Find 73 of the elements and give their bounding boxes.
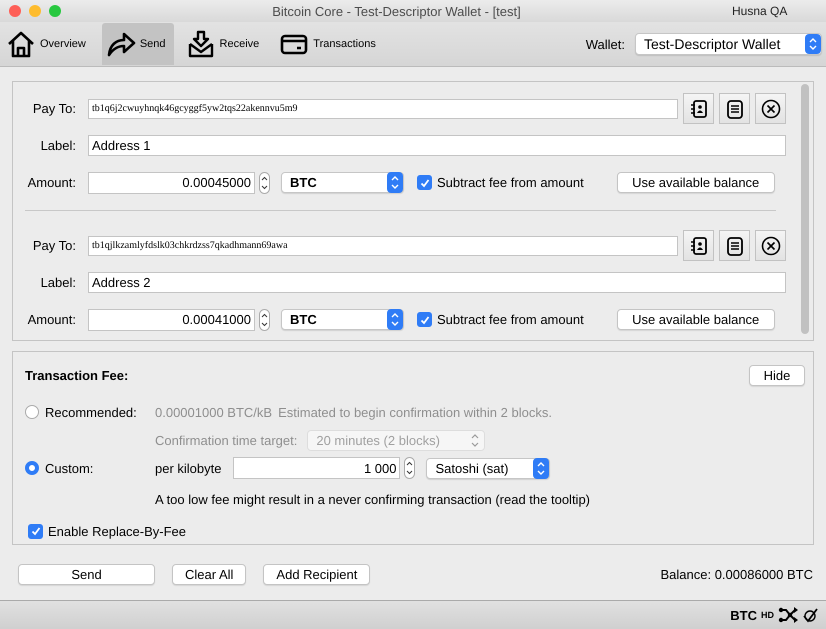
amount-field[interactable]: 0.00041000 <box>88 308 255 330</box>
radio-label: Custom: <box>45 460 94 476</box>
clipboard-button[interactable] <box>719 230 750 261</box>
field-label: Label: <box>40 275 76 290</box>
warning-text: A too low fee might result in a never confirming transaction (read the tooltip) <box>155 492 590 506</box>
window-title: Bitcoin Core - Test-Descriptor Wallet - [test] <box>271 4 522 18</box>
toolbar-tab[interactable]: Send <box>102 23 174 65</box>
stepper-icon <box>404 457 416 479</box>
unit-label: BTC <box>730 608 757 622</box>
send-button[interactable]: Send <box>18 564 155 584</box>
clipboard-button[interactable] <box>719 93 750 124</box>
clipboard-icon <box>724 98 744 118</box>
checkbox-label: Enable Replace-By-Fee <box>48 524 186 538</box>
clear-all-button[interactable]: Clear All <box>172 564 246 584</box>
toolbar-tab[interactable]: Overview <box>2 23 94 65</box>
user-name: Husna QA <box>732 4 788 18</box>
unit-dropdown[interactable]: BTC <box>281 309 404 330</box>
house-icon <box>6 29 36 59</box>
fee-rate: 0.00001000 BTC/kB <box>155 404 272 420</box>
unit-dropdown[interactable]: BTC <box>281 172 404 193</box>
address-book-button[interactable] <box>683 230 714 261</box>
network-icon <box>778 606 798 624</box>
section-title: Transaction Fee: <box>25 368 128 382</box>
remove-button[interactable] <box>755 230 786 261</box>
toolbar-tab[interactable]: Receive <box>182 23 268 65</box>
clipboard-icon <box>724 236 744 256</box>
check-icon <box>30 525 42 537</box>
label-field[interactable]: Address 2 <box>88 272 786 293</box>
field-label: Pay To: <box>32 101 76 116</box>
checkbox[interactable] <box>28 524 43 538</box>
radio-button[interactable] <box>25 461 39 475</box>
dropdown-arrows-icon <box>533 458 550 478</box>
address-field[interactable]: tb1qjlkzamlyfdslk03chkrdzss7qkadhmann69awa <box>88 236 678 256</box>
use-balance-button[interactable]: Use available balance <box>616 172 775 193</box>
estimate-text: Estimated to begin confirmation within 2 blocks. <box>278 404 552 420</box>
unit-dropdown[interactable]: Satoshi (sat) <box>426 458 550 478</box>
checkbox[interactable] <box>417 175 432 190</box>
field-label: Pay To: <box>32 238 76 253</box>
address-book-icon <box>688 98 708 118</box>
wallet-label: Wallet: <box>586 36 625 52</box>
fee-field[interactable]: 1 000 <box>233 457 400 479</box>
remove-button[interactable] <box>755 93 786 124</box>
remove-icon <box>760 98 780 118</box>
field-label: Confirmation time target: <box>155 432 298 448</box>
field-label: Amount: <box>26 175 76 190</box>
check-icon <box>418 314 430 326</box>
checkbox-label: Subtract fee from amount <box>437 175 584 190</box>
stepper-icon <box>259 172 270 194</box>
address-book-icon <box>688 236 708 256</box>
dropdown-arrows-icon <box>387 309 403 330</box>
toolbar-tab[interactable]: Transactions <box>275 23 384 65</box>
close-window-button[interactable] <box>9 5 21 17</box>
label-field[interactable]: Address 1 <box>88 135 786 156</box>
amount-field[interactable]: 0.00045000 <box>88 172 255 194</box>
check-icon <box>418 176 430 188</box>
stepper-icon <box>259 308 270 330</box>
checkbox[interactable] <box>417 312 432 327</box>
hide-button[interactable]: Hide <box>749 364 805 386</box>
wallet-dropdown[interactable]: Test-Descriptor Wallet <box>635 33 822 55</box>
radio-label: Recommended: <box>45 404 137 420</box>
use-balance-button[interactable]: Use available balance <box>616 309 775 330</box>
address-field[interactable]: tb1q6j2cwuyhnqk46gcyggf5yw2tqs22akennvu5m9 <box>88 98 678 118</box>
hd-label: HD <box>761 610 774 620</box>
checkbox-label: Subtract fee from amount <box>437 312 584 327</box>
remove-icon <box>760 236 780 256</box>
address-book-button[interactable] <box>683 93 714 124</box>
field-label: per kilobyte <box>155 460 222 476</box>
dropdown-arrows-icon <box>805 34 821 54</box>
field-label: Amount: <box>26 312 76 327</box>
add-recipient-button[interactable]: Add Recipient <box>263 564 370 584</box>
balance-text: Balance: 0.00086000 BTC <box>660 566 813 582</box>
field-label: Label: <box>40 138 76 153</box>
dropdown-arrows-icon <box>387 172 403 193</box>
